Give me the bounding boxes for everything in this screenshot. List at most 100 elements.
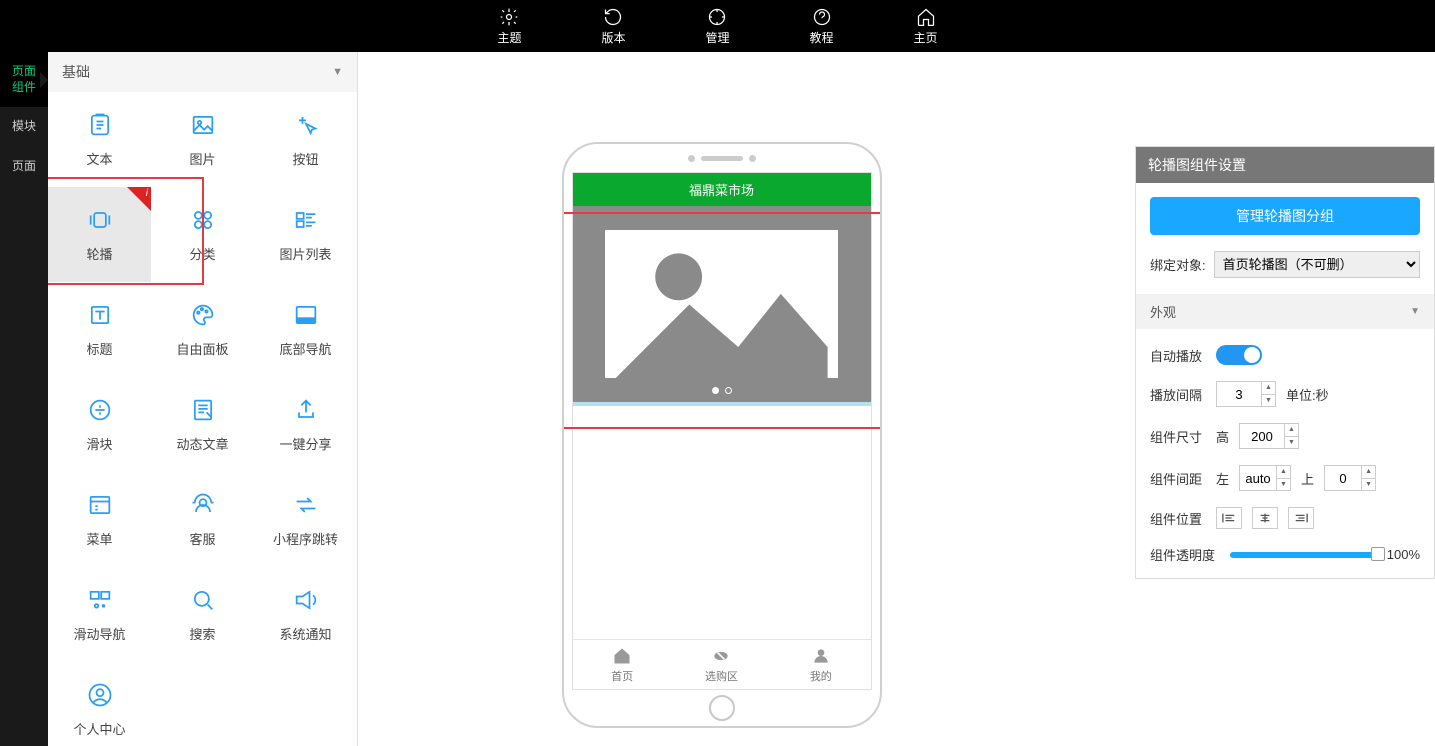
margin-t-input[interactable]: ▲▼ <box>1324 465 1376 491</box>
leftnav: 页面 组件 模块 页面 <box>0 52 48 746</box>
align-left-button[interactable] <box>1216 507 1242 529</box>
spin-down-icon[interactable]: ▼ <box>1261 395 1275 407</box>
opacity-slider[interactable] <box>1230 552 1379 558</box>
preview-carousel[interactable] <box>573 206 871 406</box>
comp-support-label: 客服 <box>189 529 215 548</box>
comp-miniprogram-jump-label: 小程序跳转 <box>273 529 338 548</box>
props-title: 轮播图组件设置 <box>1136 147 1434 183</box>
comp-notification[interactable]: 系统通知 <box>254 567 357 662</box>
comp-article[interactable]: 动态文章 <box>151 377 254 472</box>
comp-imagelist-label: 图片列表 <box>279 244 331 263</box>
size-h-input[interactable]: ▲▼ <box>1239 423 1299 449</box>
topbar-manage-label: 管理 <box>705 29 729 46</box>
canvas: 福鼎菜市场 首页 选购区 <box>358 52 1085 746</box>
topbar-manage[interactable]: 管理 <box>705 7 729 46</box>
tab-shop-label: 选购区 <box>705 668 738 684</box>
manage-carousel-button[interactable]: 管理轮播图分组 <box>1150 197 1420 235</box>
comp-share-label: 一键分享 <box>279 434 331 453</box>
comp-share[interactable]: 一键分享 <box>254 377 357 472</box>
topbar-home[interactable]: 主页 <box>914 7 938 46</box>
size-label: 组件尺寸 <box>1150 427 1206 446</box>
autoplay-label: 自动播放 <box>1150 346 1206 365</box>
palette-header[interactable]: 基础 ▼ <box>48 52 357 92</box>
leftnav-modules[interactable]: 模块 <box>0 107 48 147</box>
margin-l-input[interactable]: ▲▼ <box>1239 465 1291 491</box>
topbar-theme[interactable]: 主题 <box>497 7 521 46</box>
comp-support[interactable]: 客服 <box>151 472 254 567</box>
comp-title[interactable]: 标题 <box>48 282 151 377</box>
comp-title-label: 标题 <box>86 339 112 358</box>
phone-home-button[interactable] <box>709 695 735 721</box>
preview-title: 福鼎菜市场 <box>573 173 871 206</box>
comp-slider-label: 滑块 <box>86 434 112 453</box>
leftnav-pages[interactable]: 页面 <box>0 147 48 187</box>
comp-button-label: 按钮 <box>292 149 318 168</box>
spin-up-icon[interactable]: ▲ <box>1284 424 1298 437</box>
opacity-value: 100% <box>1387 547 1420 562</box>
properties-panel: 轮播图组件设置 管理轮播图分组 绑定对象: 首页轮播图（不可删） 外观 ▼ 自动… <box>1135 146 1435 579</box>
spin-down-icon[interactable]: ▼ <box>1276 479 1290 491</box>
tab-shop[interactable]: 选购区 <box>672 640 771 689</box>
margin-l-label: 左 <box>1216 469 1229 488</box>
spin-up-icon[interactable]: ▲ <box>1261 382 1275 395</box>
comp-slidenav-label: 滑动导航 <box>73 624 125 643</box>
comp-usercenter[interactable]: 个人中心 <box>48 662 151 746</box>
phone-screen: 福鼎菜市场 首页 选购区 <box>572 172 872 690</box>
opacity-slider-handle[interactable] <box>1371 547 1385 561</box>
topbar-tutorial[interactable]: 教程 <box>810 7 834 46</box>
bind-select[interactable]: 首页轮播图（不可删） <box>1214 251 1420 278</box>
tab-me-label: 我的 <box>810 668 832 684</box>
comp-image-label: 图片 <box>189 149 215 168</box>
comp-category-label: 分类 <box>189 244 215 263</box>
collapse-icon: ▼ <box>332 66 343 78</box>
comp-button[interactable]: 按钮 <box>254 92 357 187</box>
comp-carousel-label: 轮播 <box>86 244 112 263</box>
margin-label: 组件间距 <box>1150 469 1206 488</box>
comp-bottomnav-label: 底部导航 <box>279 339 331 358</box>
tab-me[interactable]: 我的 <box>771 640 870 689</box>
topbar-home-label: 主页 <box>914 29 938 46</box>
comp-imagelist[interactable]: 图片列表 <box>254 187 357 282</box>
comp-slider[interactable]: 滑块 <box>48 377 151 472</box>
image-placeholder-icon <box>605 230 837 379</box>
align-center-button[interactable] <box>1252 507 1278 529</box>
interval-input[interactable]: ▲▼ <box>1216 381 1276 407</box>
topbar-version[interactable]: 版本 <box>601 7 625 46</box>
topbar-theme-label: 主题 <box>497 29 521 46</box>
comp-bottomnav[interactable]: 底部导航 <box>254 282 357 377</box>
comp-search-label: 搜索 <box>189 624 215 643</box>
interval-label: 播放间隔 <box>1150 385 1206 404</box>
comp-search[interactable]: 搜索 <box>151 567 254 662</box>
comp-freepanel-label: 自由面板 <box>176 339 228 358</box>
comp-image[interactable]: 图片 <box>151 92 254 187</box>
appearance-label: 外观 <box>1150 302 1176 321</box>
spin-down-icon[interactable]: ▼ <box>1361 479 1375 491</box>
spin-down-icon[interactable]: ▼ <box>1284 437 1298 449</box>
comp-freepanel[interactable]: 自由面板 <box>151 282 254 377</box>
position-label: 组件位置 <box>1150 509 1206 528</box>
comp-text-label: 文本 <box>86 149 112 168</box>
comp-notification-label: 系统通知 <box>279 624 331 643</box>
align-right-button[interactable] <box>1288 507 1314 529</box>
comp-carousel[interactable]: 轮播 <box>48 187 151 282</box>
palette-header-label: 基础 <box>62 62 90 82</box>
tab-home-label: 首页 <box>611 668 633 684</box>
collapse-icon: ▼ <box>1410 306 1420 317</box>
spin-up-icon[interactable]: ▲ <box>1276 466 1290 479</box>
topbar-tutorial-label: 教程 <box>810 29 834 46</box>
spin-up-icon[interactable]: ▲ <box>1361 466 1375 479</box>
comp-slidenav[interactable]: 滑动导航 <box>48 567 151 662</box>
comp-menu[interactable]: 菜单 <box>48 472 151 567</box>
tab-home[interactable]: 首页 <box>573 640 672 689</box>
component-palette: 基础 ▼ 文本 图片 按钮 轮播 分类 图片列表 标题 <box>48 52 358 746</box>
comp-text[interactable]: 文本 <box>48 92 151 187</box>
interval-unit: 单位:秒 <box>1286 385 1329 404</box>
autoplay-toggle[interactable] <box>1216 345 1262 365</box>
comp-miniprogram-jump[interactable]: 小程序跳转 <box>254 472 357 567</box>
topbar: 主题 版本 管理 教程 主页 <box>0 0 1435 52</box>
comp-menu-label: 菜单 <box>86 529 112 548</box>
leftnav-page-components[interactable]: 页面 组件 <box>0 52 48 107</box>
preview-body <box>573 406 871 639</box>
comp-category[interactable]: 分类 <box>151 187 254 282</box>
appearance-section[interactable]: 外观 ▼ <box>1136 294 1434 329</box>
